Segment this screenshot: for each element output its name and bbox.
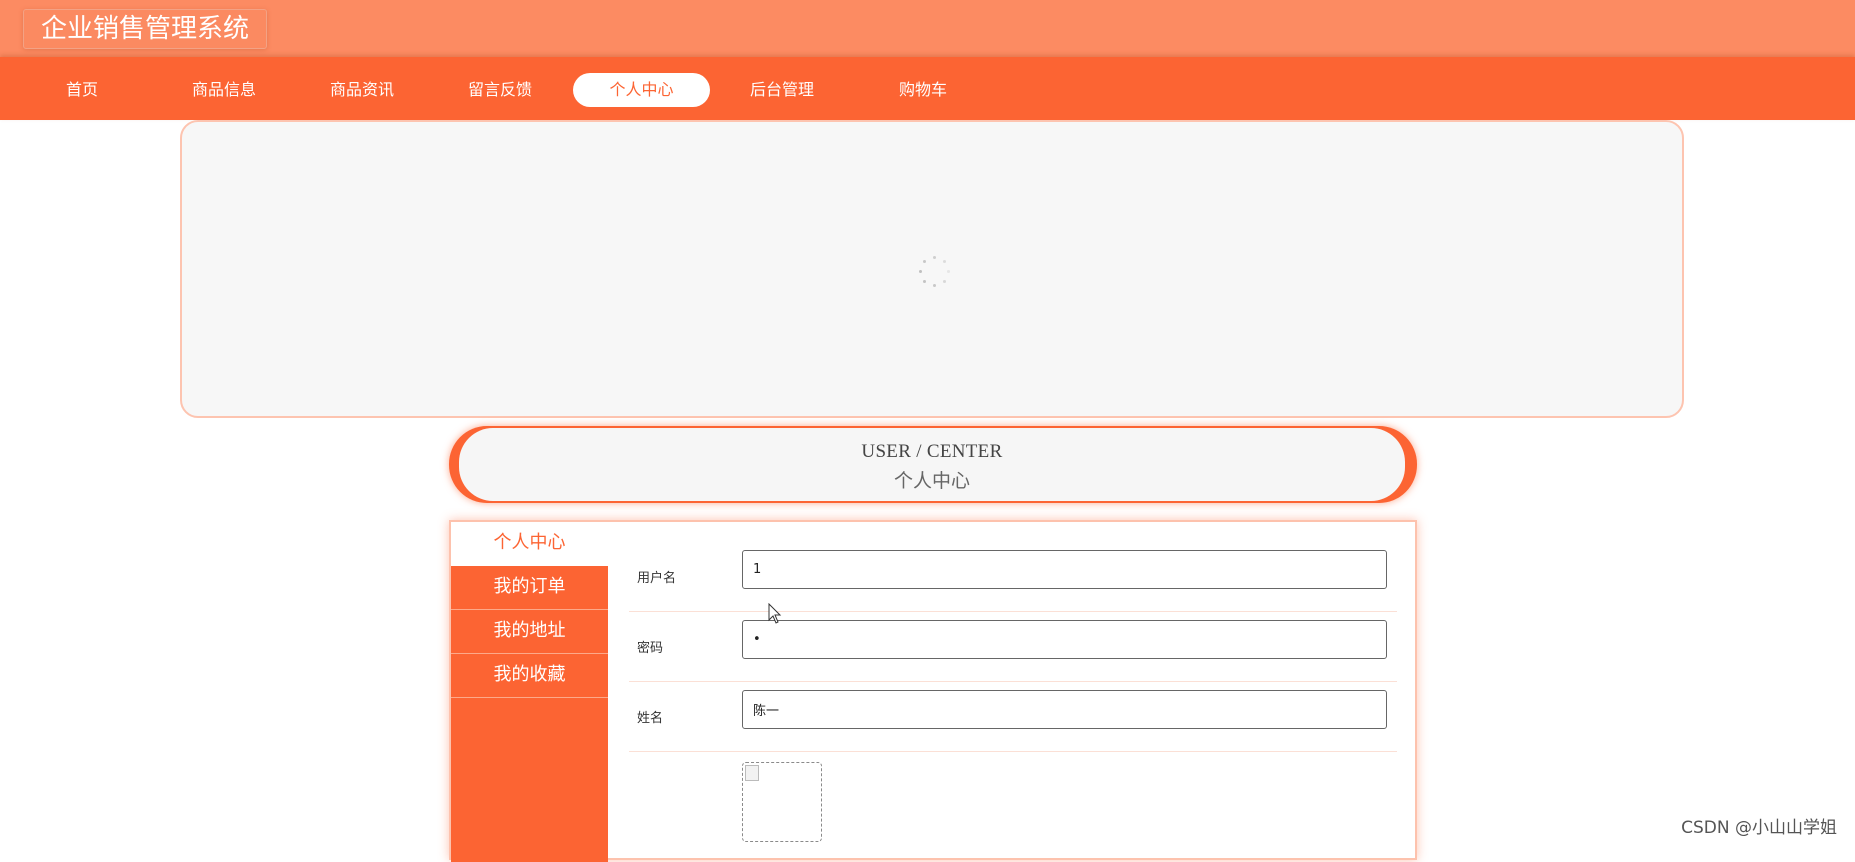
form-row-username: 用户名 (629, 542, 1397, 612)
section-title-en: USER / CENTER (861, 441, 1003, 462)
banner-carousel (180, 120, 1684, 418)
nav-product-news[interactable]: 商品资讯 (302, 73, 422, 107)
mouse-cursor-icon (768, 603, 782, 624)
section-title-zh: 个人中心 (893, 470, 970, 492)
nav-cart[interactable]: 购物车 (863, 73, 983, 107)
section-title: USER / CENTER 个人中心 (449, 426, 1417, 503)
username-label: 用户名 (637, 571, 677, 586)
sidemenu-my-orders[interactable]: 我的订单 (451, 566, 608, 610)
password-label: 密码 (637, 641, 664, 656)
password-input[interactable] (742, 620, 1387, 659)
sidemenu-my-favorites[interactable]: 我的收藏 (451, 654, 608, 698)
main-nav: 首页 商品信息 商品资讯 留言反馈 个人中心 后台管理 购物车 (0, 57, 1855, 120)
app-title: 企业销售管理系统 (23, 9, 267, 49)
section-title-inner: USER / CENTER 个人中心 (459, 428, 1405, 501)
sidemenu-my-address[interactable]: 我的地址 (451, 610, 608, 654)
form-row-name: 姓名 (629, 682, 1397, 752)
avatar-upload[interactable] (742, 762, 822, 842)
username-input[interactable] (742, 550, 1387, 589)
name-label: 姓名 (637, 711, 664, 726)
sidemenu-user-center[interactable]: 个人中心 (451, 522, 608, 566)
user-sidemenu: 个人中心 我的订单 我的地址 我的收藏 (451, 522, 608, 862)
watermark: CSDN @小山山学姐 (1681, 818, 1837, 838)
nav-user-center[interactable]: 个人中心 (573, 73, 710, 107)
broken-image-icon (745, 765, 759, 781)
name-input[interactable] (742, 690, 1387, 729)
loading-spinner-icon (917, 255, 953, 291)
nav-home[interactable]: 首页 (22, 73, 142, 107)
top-header: 企业销售管理系统 (0, 0, 1855, 57)
nav-product-info[interactable]: 商品信息 (164, 73, 284, 107)
nav-admin[interactable]: 后台管理 (722, 73, 842, 107)
nav-feedback[interactable]: 留言反馈 (440, 73, 560, 107)
user-center-panel: 个人中心 我的订单 我的地址 我的收藏 用户名 密码 姓名 (449, 520, 1417, 862)
form-row-password: 密码 (629, 612, 1397, 682)
